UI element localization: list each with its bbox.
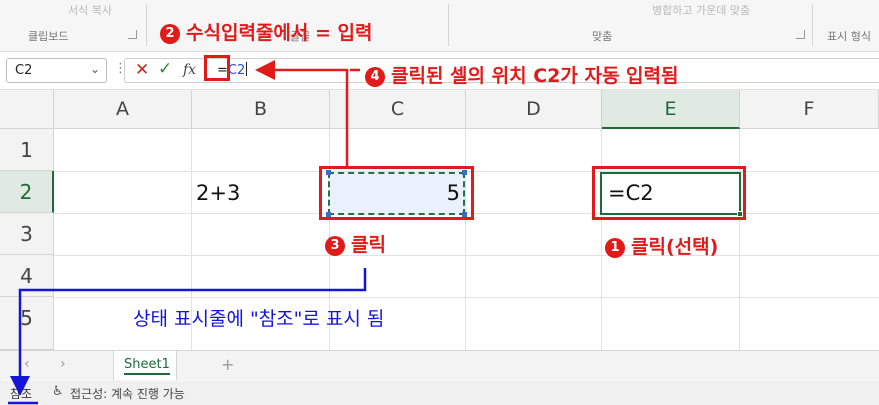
gridline <box>739 129 740 350</box>
name-box-value: C2 <box>15 63 33 78</box>
column-header-e[interactable]: E <box>602 90 740 129</box>
ribbon-divider <box>146 4 147 46</box>
column-header-f[interactable]: F <box>740 90 879 129</box>
gridline <box>465 129 466 350</box>
alignment-launcher-icon[interactable] <box>796 30 805 39</box>
highlight-cell-c2 <box>319 166 474 220</box>
formula-reference: C2 <box>227 63 246 78</box>
gridline <box>54 255 879 256</box>
step-1-text: 클릭(선택) <box>631 236 719 258</box>
fx-icon[interactable]: fx <box>183 62 196 78</box>
gridline <box>601 129 602 350</box>
ribbon-divider <box>448 4 449 46</box>
group-alignment-label: 맞춤 <box>592 30 613 43</box>
status-bar: 참조 ♿ 접근성: 계속 진행 가능 <box>0 381 879 405</box>
annotation-step-3: 3 클릭 <box>325 230 386 257</box>
close-icon[interactable]: ✕ <box>135 60 149 80</box>
column-header-a[interactable]: A <box>54 90 192 129</box>
row-header-1[interactable]: 1 <box>0 129 54 171</box>
sheet-tab-sheet1[interactable]: Sheet1 <box>113 351 177 380</box>
accessibility-status[interactable]: 접근성: 계속 진행 가능 <box>70 385 185 402</box>
status-mode: 참조 <box>10 387 33 401</box>
accessibility-icon[interactable]: ♿ <box>52 384 64 399</box>
ribbon: 서식 복사 병합하고 가운데 맞춤 클립보드 글꼴 맞춤 표시 형식 <box>0 0 879 52</box>
step-3-text: 클릭 <box>351 234 386 256</box>
sheet-tab-label: Sheet1 <box>124 357 170 375</box>
row-header-5[interactable]: 5 <box>0 297 54 350</box>
cell-b2[interactable]: 2+3 <box>196 172 240 214</box>
name-box[interactable]: C2 ⌄ <box>6 58 107 83</box>
check-icon[interactable]: ✓ <box>158 59 172 79</box>
gridline <box>54 297 879 298</box>
prev-sheet-icon[interactable]: ‹ <box>24 356 30 372</box>
next-sheet-icon[interactable]: › <box>60 356 66 372</box>
select-all-corner[interactable] <box>0 90 54 129</box>
step-4-text: 클릭된 셀의 위치 C2가 자동 입력됨 <box>391 65 679 87</box>
column-header-b[interactable]: B <box>192 90 330 129</box>
add-sheet-icon[interactable]: + <box>221 355 234 374</box>
column-header-d[interactable]: D <box>466 90 602 129</box>
annotation-status-note: 상태 표시줄에 "참조"로 표시 됨 <box>133 308 385 330</box>
column-header-c[interactable]: C <box>330 90 466 129</box>
annotation-step-1: 1 클릭(선택) <box>605 232 718 259</box>
annotation-step-4: 4 클릭된 셀의 위치 C2가 자동 입력됨 <box>365 61 678 88</box>
ribbon-divider <box>812 4 813 46</box>
step-1-number: 1 <box>605 238 625 258</box>
row-header-4[interactable]: 4 <box>0 255 54 297</box>
step-4-number: 4 <box>365 67 385 87</box>
clipboard-launcher-icon[interactable] <box>128 30 137 39</box>
format-painter-label[interactable]: 서식 복사 <box>68 2 112 18</box>
chevron-down-icon[interactable]: ⌄ <box>90 62 100 76</box>
highlight-formula-equals <box>204 55 230 81</box>
annotation-step-2: 2 수식입력줄에서 = 입력 <box>160 18 372 45</box>
step-3-number: 3 <box>325 236 345 256</box>
row-header-2[interactable]: 2 <box>0 171 54 213</box>
text-caret <box>246 62 248 76</box>
step-2-number: 2 <box>160 24 180 44</box>
row-header-3[interactable]: 3 <box>0 213 54 255</box>
group-clipboard-label: 클립보드 <box>28 30 69 43</box>
group-number-label: 표시 형식 <box>827 30 871 43</box>
sheet-tabs-bar: ‹ › Sheet1 + <box>0 350 879 381</box>
merge-center-label[interactable]: 병합하고 가운데 맞춤 <box>652 2 750 18</box>
step-2-text: 수식입력줄에서 = 입력 <box>186 22 373 44</box>
highlight-cell-e2 <box>592 166 746 220</box>
